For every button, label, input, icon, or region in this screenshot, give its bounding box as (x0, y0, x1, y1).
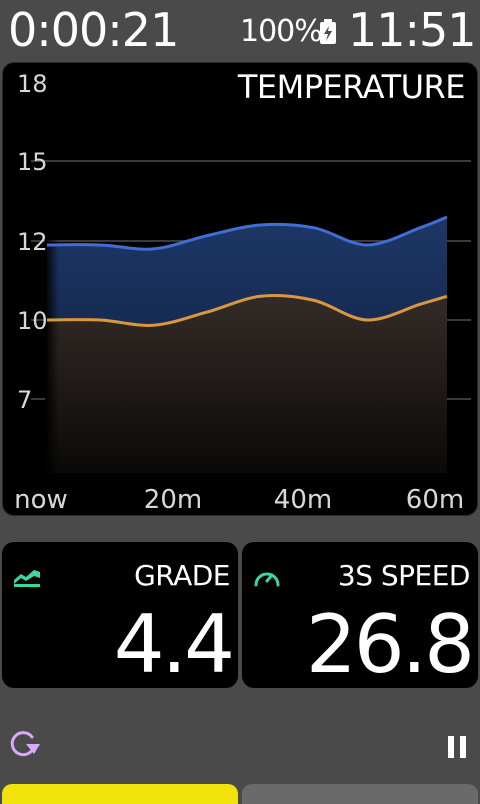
speed-value: 26.8 (305, 598, 475, 691)
y-tick-label: 18 (17, 70, 48, 98)
status-bar: 0:00:21 100% 11:51 (0, 0, 480, 60)
speedometer-icon (254, 572, 280, 587)
battery-percentage: 100% (240, 14, 323, 49)
x-tick-label: 60m (406, 485, 464, 515)
speed-tile[interactable]: 3S SPEED 26.8 (242, 542, 478, 691)
clock: 11:51 (348, 3, 477, 57)
page-tab[interactable] (242, 784, 478, 804)
temperature-chart: 18 15 12 10 7 now 20m 40m 60m TEMPERATURE (2, 62, 478, 516)
chart-title: TEMPERATURE (237, 68, 466, 106)
grade-icon (14, 570, 40, 587)
y-tick-label: 10 (17, 307, 48, 335)
grade-value: 4.4 (113, 598, 235, 691)
x-tick-label: 20m (144, 485, 202, 515)
speed-label: 3S SPEED (337, 559, 471, 592)
x-tick-label: now (14, 485, 68, 515)
grade-tile[interactable]: GRADE 4.4 (2, 542, 238, 691)
temperature-chart-plot: 18 15 12 10 7 now 20m 40m 60m (14, 70, 471, 515)
refresh-icon[interactable] (6, 728, 42, 760)
y-tick-label: 12 (17, 228, 48, 256)
page-tab-active[interactable] (2, 784, 238, 804)
grade-label: GRADE (134, 559, 230, 592)
y-tick-label: 7 (17, 386, 32, 414)
battery-charging-icon (320, 19, 336, 44)
elapsed-time: 0:00:21 (8, 3, 179, 57)
pause-icon[interactable] (448, 736, 466, 758)
x-tick-label: 40m (274, 485, 332, 515)
y-tick-label: 15 (17, 148, 48, 176)
series-2-area (47, 295, 447, 473)
